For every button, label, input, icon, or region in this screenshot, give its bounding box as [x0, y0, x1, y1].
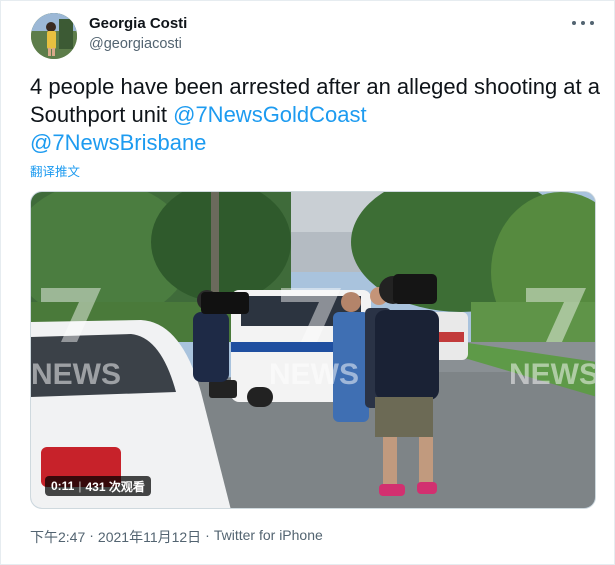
mention-link[interactable]: @7NewsGoldCoast: [173, 102, 367, 127]
video-frame: NEWS NEWS NEWS: [31, 192, 596, 508]
display-name[interactable]: Georgia Costi: [89, 15, 187, 33]
news-watermark: NEWS: [509, 358, 596, 391]
badge-separator: |: [78, 479, 82, 493]
video-status-badge: 0:11 | 431 次观看: [45, 476, 151, 496]
video-player[interactable]: NEWS NEWS NEWS 0:11 | 431 次观看: [30, 191, 596, 509]
tweet-timestamp: 下午2:47 · 2021年11月12日 · Twitter for iPhon…: [30, 527, 323, 547]
author-block: Georgia Costi @georgiacosti: [89, 15, 187, 53]
meta-separator: ·: [89, 527, 94, 543]
mention-link[interactable]: @7NewsBrisbane: [30, 130, 206, 155]
tweet-source-link[interactable]: Twitter for iPhone: [214, 527, 323, 547]
meta-separator: ·: [205, 527, 210, 543]
video-view-count: 431 次观看: [85, 479, 145, 494]
dot: [581, 21, 585, 25]
dot: [590, 21, 594, 25]
tweet-date[interactable]: 2021年11月12日: [98, 527, 201, 547]
dot: [572, 21, 576, 25]
translate-link[interactable]: 翻译推文: [30, 161, 80, 180]
news-watermark: NEWS: [31, 358, 121, 391]
more-dots-icon[interactable]: [572, 15, 594, 31]
tweet-card: Georgia Costi @georgiacosti 4 people hav…: [0, 0, 615, 565]
tweet-time[interactable]: 下午2:47: [30, 527, 85, 547]
news-watermark: NEWS: [269, 358, 359, 391]
video-elapsed-time: 0:11: [51, 479, 75, 493]
user-handle[interactable]: @georgiacosti: [89, 35, 187, 53]
avatar[interactable]: [31, 13, 77, 59]
tweet-text: 4 people have been arrested after an all…: [30, 73, 600, 157]
